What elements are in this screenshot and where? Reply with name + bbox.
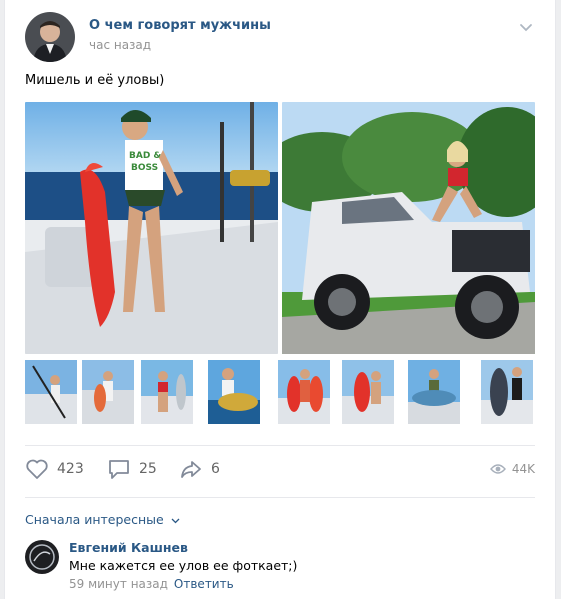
post-text: Мишель и её уловы) xyxy=(25,73,165,88)
views-count: 44K xyxy=(511,462,535,476)
eye-icon xyxy=(489,464,506,474)
comment-count: 25 xyxy=(139,461,157,477)
post-card: О чем говорят мужчины час назад Мишель и… xyxy=(4,0,556,599)
comment-icon xyxy=(109,460,129,479)
like-button[interactable]: 423 xyxy=(25,458,84,480)
chevron-down-icon xyxy=(171,518,180,524)
thumbnail[interactable] xyxy=(481,360,533,424)
group-name-link[interactable]: О чем говорят мужчины xyxy=(89,18,271,33)
divider xyxy=(25,445,535,446)
thumbnail[interactable] xyxy=(25,360,77,424)
share-button[interactable]: 6 xyxy=(179,458,220,480)
share-icon xyxy=(181,461,201,478)
comments-sort-label: Сначала интересные xyxy=(25,512,164,527)
comment-button[interactable]: 25 xyxy=(107,458,157,480)
tank-top-text: BAD & xyxy=(129,151,161,161)
tank-top-text-2: BOSS xyxy=(131,163,158,173)
thumbnail[interactable] xyxy=(141,360,193,424)
comment-time[interactable]: 59 минут назад xyxy=(69,577,168,591)
reply-link[interactable]: Ответить xyxy=(174,577,234,591)
comment-meta: 59 минут назад Ответить xyxy=(69,577,234,591)
chevron-down-icon[interactable] xyxy=(517,18,535,36)
thumbnail[interactable] xyxy=(208,360,260,424)
like-count: 423 xyxy=(57,461,84,477)
heart-icon xyxy=(26,459,48,479)
comments-sort-dropdown[interactable]: Сначала интересные xyxy=(25,512,180,527)
thumbnail[interactable] xyxy=(82,360,134,424)
thumbnail[interactable] xyxy=(408,360,460,424)
comment-author-link[interactable]: Евгений Кашнев xyxy=(69,540,188,555)
view-counter: 44K xyxy=(489,462,535,476)
comment-text: Мне кажется ее улов ее фоткает;) xyxy=(69,558,298,573)
thumbnail[interactable] xyxy=(342,360,394,424)
post-photo-boat[interactable]: BAD & BOSS xyxy=(25,102,278,354)
comment-avatar[interactable] xyxy=(25,540,59,574)
share-count: 6 xyxy=(211,461,220,477)
post-photo-truck[interactable] xyxy=(282,102,535,354)
post-time[interactable]: час назад xyxy=(89,38,151,52)
thumbnail[interactable] xyxy=(278,360,330,424)
group-avatar[interactable] xyxy=(25,12,75,62)
divider xyxy=(25,497,535,498)
